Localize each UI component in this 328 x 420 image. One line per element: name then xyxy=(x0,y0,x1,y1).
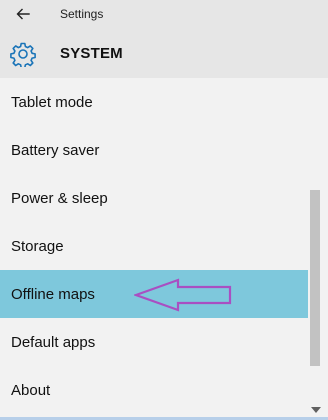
menu-item-label: Tablet mode xyxy=(11,93,93,111)
header-bar: Settings SYSTEM xyxy=(0,0,328,78)
menu-item-label: Default apps xyxy=(11,333,96,351)
menu-item-power-sleep[interactable]: Power & sleep xyxy=(0,174,308,222)
menu-item-label: About xyxy=(11,381,51,399)
app-title: Settings xyxy=(60,7,104,21)
section-title: SYSTEM xyxy=(60,45,123,62)
gear-icon xyxy=(10,42,36,67)
scroll-down-button[interactable] xyxy=(309,403,323,417)
back-button[interactable] xyxy=(10,3,36,25)
menu-item-tablet-mode[interactable]: Tablet mode xyxy=(0,78,308,126)
settings-menu: Tablet mode Battery saver Power & sleep … xyxy=(0,78,328,420)
scrollbar-thumb[interactable] xyxy=(310,190,320,366)
menu-item-label: Power & sleep xyxy=(11,189,108,207)
chevron-down-icon xyxy=(311,407,321,413)
menu-item-about[interactable]: About xyxy=(0,366,308,414)
menu-item-label: Offline maps xyxy=(11,285,95,303)
back-arrow-icon xyxy=(16,8,30,20)
menu-item-default-apps[interactable]: Default apps xyxy=(0,318,308,366)
menu-item-battery-saver[interactable]: Battery saver xyxy=(0,126,308,174)
settings-window: Settings SYSTEM Tablet mode Battery save… xyxy=(0,0,328,420)
menu-item-label: Storage xyxy=(11,237,64,255)
menu-item-storage[interactable]: Storage xyxy=(0,222,308,270)
annotation-arrow-icon xyxy=(134,278,232,312)
menu-item-label: Battery saver xyxy=(11,141,100,159)
